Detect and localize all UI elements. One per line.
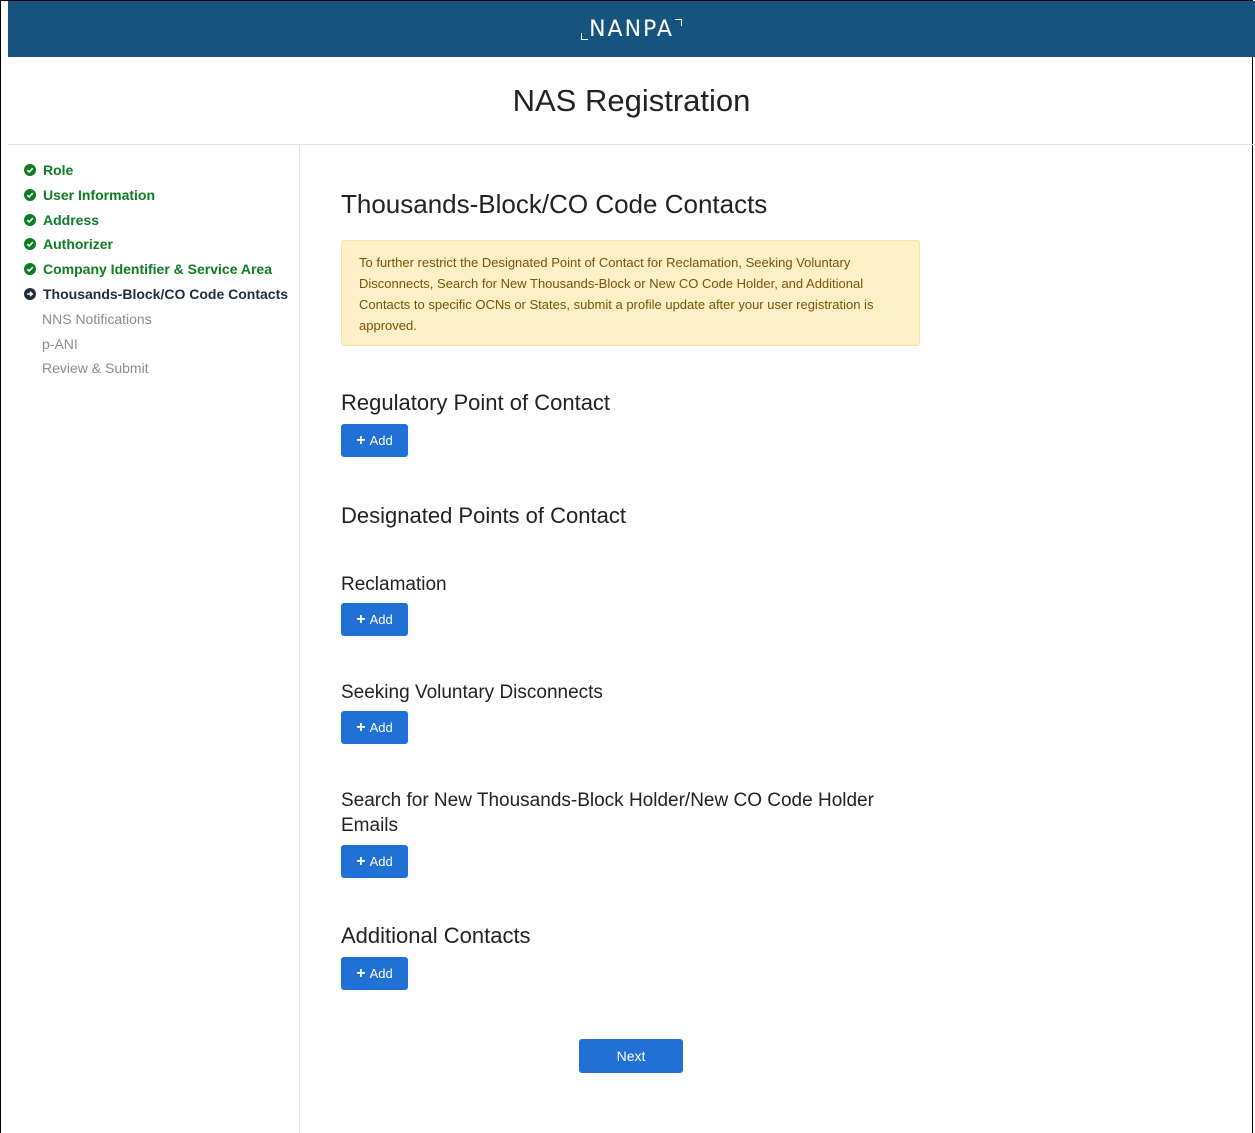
add-search-holder-contact-button[interactable]: + Add — [341, 845, 408, 878]
next-button[interactable]: Next — [579, 1039, 683, 1073]
step-label: Thousands-Block/CO Code Contacts — [43, 286, 289, 302]
button-label: Add — [369, 720, 393, 735]
plus-icon: + — [356, 431, 366, 449]
add-regulatory-contact-button[interactable]: + Add — [341, 424, 408, 457]
step-label: NNS Notifications — [42, 311, 152, 327]
check-circle-icon — [24, 214, 36, 226]
regulatory-contact-heading: Regulatory Point of Contact — [341, 390, 611, 415]
plus-icon: + — [356, 852, 366, 870]
plus-icon: + — [356, 964, 366, 982]
button-label: Add — [369, 854, 393, 869]
search-new-holder-heading: Search for New Thousands-Block Holder/Ne… — [341, 790, 874, 836]
step-review-submit: Review & Submit — [42, 358, 149, 378]
nanpa-logo[interactable]: NANPA — [581, 17, 682, 42]
page-title-bar: NAS Registration — [8, 57, 1255, 145]
step-p-ani: p-ANI — [42, 334, 78, 354]
plus-icon: + — [356, 718, 366, 736]
registration-steps-sidebar: Role User Information Address Authorizer… — [8, 145, 300, 1133]
check-circle-icon — [24, 238, 36, 250]
check-circle-icon — [24, 263, 36, 275]
section-title: Thousands-Block/CO Code Contacts — [341, 189, 768, 219]
step-label: Review & Submit — [42, 360, 149, 376]
step-label: Company Identifier & Service Area — [43, 261, 273, 277]
step-label: User Information — [43, 187, 156, 203]
step-address[interactable]: Address — [24, 210, 99, 230]
button-label: Add — [369, 433, 393, 448]
voluntary-disconnects-heading: Seeking Voluntary Disconnects — [341, 682, 603, 703]
button-label: Add — [369, 966, 393, 981]
step-label: Address — [43, 212, 100, 228]
step-nns-notifications: NNS Notifications — [42, 309, 152, 329]
add-additional-contact-button[interactable]: + Add — [341, 957, 408, 990]
reclamation-heading: Reclamation — [341, 574, 447, 595]
additional-contacts-heading: Additional Contacts — [341, 923, 531, 948]
top-header: NANPA — [8, 1, 1255, 57]
add-voluntary-disconnects-contact-button[interactable]: + Add — [341, 711, 408, 744]
add-reclamation-contact-button[interactable]: + Add — [341, 603, 408, 636]
step-label: Authorizer — [43, 236, 113, 252]
button-label: Add — [369, 612, 393, 627]
designated-contacts-heading: Designated Points of Contact — [341, 503, 626, 528]
step-user-information[interactable]: User Information — [24, 185, 155, 205]
check-circle-icon — [24, 189, 36, 201]
step-company-identifier[interactable]: Company Identifier & Service Area — [24, 259, 272, 279]
page-title: NAS Registration — [512, 82, 751, 118]
arrow-circle-right-icon — [24, 288, 36, 300]
step-authorizer[interactable]: Authorizer — [24, 234, 113, 254]
check-circle-icon — [24, 164, 36, 176]
notice-alert: To further restrict the Designated Point… — [341, 240, 920, 346]
plus-icon: + — [356, 610, 366, 628]
step-label: Role — [43, 162, 74, 178]
step-label: p-ANI — [42, 336, 78, 352]
step-role[interactable]: Role — [24, 160, 73, 180]
step-thousands-block-contacts[interactable]: Thousands-Block/CO Code Contacts — [24, 284, 288, 304]
